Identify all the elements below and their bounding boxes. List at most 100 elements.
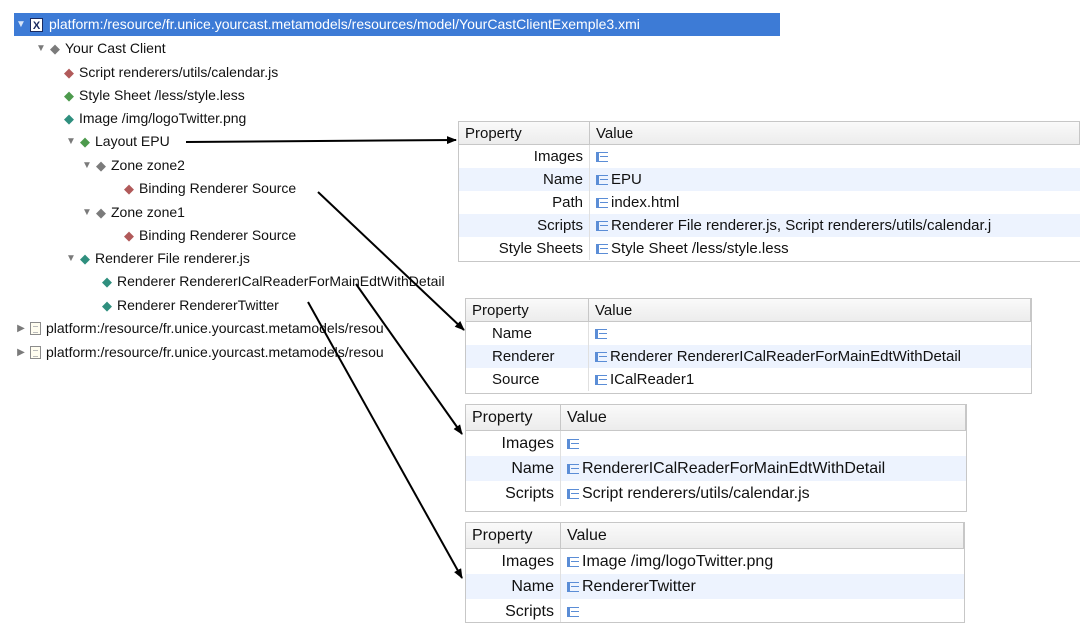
tree-item-binding-b[interactable]: ◆ Binding Renderer Source <box>124 224 296 247</box>
expanded-triangle-icon[interactable]: ▼ <box>34 37 48 60</box>
property-value[interactable]: index.html <box>589 191 1080 214</box>
tree-item-renderer-ical[interactable]: ◆ Renderer RendererICalReaderForMainEdtW… <box>102 270 445 293</box>
property-key: Name <box>459 168 590 191</box>
property-value[interactable] <box>560 430 966 456</box>
tree-item-label: platform:/resource/fr.unice.yourcast.met… <box>46 320 384 336</box>
tree-item-stylesheet[interactable]: ◆ Style Sheet /less/style.less <box>64 84 245 107</box>
property-value[interactable]: Style Sheet /less/style.less <box>589 237 1080 260</box>
property-value-text: ICalReader1 <box>610 371 695 388</box>
model-element-icon: ◆ <box>124 181 134 196</box>
collapsed-triangle-icon[interactable]: ▶ <box>14 341 28 364</box>
list-value-icon <box>596 175 608 185</box>
properties-panel-layout: Property Value Images Name EPU Path inde… <box>458 121 1080 262</box>
model-element-icon: ◆ <box>102 298 112 313</box>
property-column-header[interactable]: Property <box>466 299 589 322</box>
expanded-triangle-icon[interactable]: ▼ <box>80 201 94 224</box>
tree-item-label: Zone zone2 <box>111 157 185 173</box>
list-value-icon <box>567 606 579 617</box>
xmi-file-icon: X <box>30 17 43 32</box>
model-element-icon: ◆ <box>64 65 74 80</box>
model-element-icon: ◆ <box>64 88 74 103</box>
tree-item-label: platform:/resource/fr.unice.yourcast.met… <box>46 344 384 360</box>
tree-item-label: Binding Renderer Source <box>139 227 297 243</box>
property-value[interactable] <box>560 599 964 622</box>
value-column-header[interactable]: Value <box>560 405 966 431</box>
model-element-icon: ◆ <box>50 41 60 56</box>
property-value[interactable]: RendererICalReaderForMainEdtWithDetail <box>560 456 966 481</box>
property-value[interactable] <box>588 321 1031 345</box>
model-element-icon: ◆ <box>80 251 90 266</box>
property-row[interactable]: Scripts <box>466 599 964 622</box>
tree-item-image[interactable]: ◆ Image /img/logoTwitter.png <box>64 107 246 130</box>
list-value-icon <box>567 556 579 567</box>
property-column-header[interactable]: Property <box>459 122 590 145</box>
property-value-text: Style Sheet /less/style.less <box>611 240 789 257</box>
tree-item-zone1[interactable]: ▼ ◆ Zone zone1 <box>80 201 185 224</box>
property-value[interactable]: Renderer RendererICalReaderForMainEdtWit… <box>588 345 1031 368</box>
property-row[interactable]: Path index.html <box>459 191 1080 214</box>
tree-item-renderer-file[interactable]: ▼ ◆ Renderer File renderer.js <box>64 247 250 270</box>
property-row[interactable]: Scripts Script renderers/utils/calendar.… <box>466 481 966 506</box>
expanded-triangle-icon[interactable]: ▼ <box>64 247 78 270</box>
collapsed-triangle-icon[interactable]: ▶ <box>14 317 28 340</box>
file-icon <box>30 322 41 335</box>
tree-item-resource-2[interactable]: ▶ platform:/resource/fr.unice.yourcast.m… <box>14 317 384 340</box>
property-value-text: index.html <box>611 194 680 211</box>
value-column-header[interactable]: Value <box>589 122 1080 145</box>
tree-item-zone2[interactable]: ▼ ◆ Zone zone2 <box>80 154 185 177</box>
expanded-triangle-icon[interactable]: ▼ <box>64 130 78 153</box>
model-element-icon: ◆ <box>96 205 106 220</box>
tree-item-label: Renderer File renderer.js <box>95 250 250 266</box>
property-row[interactable]: Name EPU <box>459 168 1080 191</box>
property-value-text: Renderer RendererICalReaderForMainEdtWit… <box>610 348 961 365</box>
value-column-header[interactable]: Value <box>560 523 964 549</box>
tree-item-script[interactable]: ◆ Script renderers/utils/calendar.js <box>64 61 278 84</box>
model-element-icon: ◆ <box>64 111 74 126</box>
property-key: Name <box>466 574 561 599</box>
property-value[interactable]: Script renderers/utils/calendar.js <box>560 481 966 506</box>
value-column-header[interactable]: Value <box>588 299 1031 322</box>
property-row[interactable]: Images <box>459 144 1080 168</box>
list-value-icon <box>596 198 608 208</box>
property-row[interactable]: Images Image /img/logoTwitter.png <box>466 548 964 574</box>
tree-item-label: Renderer RendererTwitter <box>117 297 279 313</box>
tree-item-resource-3[interactable]: ▶ platform:/resource/fr.unice.yourcast.m… <box>14 341 384 364</box>
tree-item-binding-a[interactable]: ◆ Binding Renderer Source <box>124 177 296 200</box>
tree-item-label: Renderer RendererICalReaderForMainEdtWit… <box>117 273 445 289</box>
properties-table: Property Value Images Name EPU Path inde… <box>459 122 1080 260</box>
property-value[interactable]: EPU <box>589 168 1080 191</box>
property-column-header[interactable]: Property <box>466 405 561 431</box>
expanded-triangle-icon[interactable]: ▼ <box>14 13 28 36</box>
property-row[interactable]: Source ICalReader1 <box>466 368 1031 391</box>
property-key: Style Sheets <box>498 240 583 257</box>
property-key: Scripts <box>459 214 590 237</box>
tree-item-layout-epu[interactable]: ▼ ◆ Layout EPU <box>64 130 170 153</box>
property-row[interactable]: Scripts Renderer File renderer.js, Scrip… <box>459 214 1080 237</box>
list-value-icon <box>567 581 579 592</box>
list-value-icon <box>567 463 579 474</box>
property-row[interactable]: Name RendererTwitter <box>466 574 964 599</box>
expanded-triangle-icon[interactable]: ▼ <box>80 154 94 177</box>
tree-item-resource-root[interactable]: ▼ X platform:/resource/fr.unice.yourcast… <box>14 13 780 36</box>
property-row[interactable]: Style Sheets Style Sheet /less/style.les… <box>459 237 1080 260</box>
property-value[interactable]: RendererTwitter <box>560 574 964 599</box>
property-key: Renderer <box>466 345 589 368</box>
property-value-text: Image /img/logoTwitter.png <box>582 552 774 570</box>
property-value-text: RendererTwitter <box>582 577 696 595</box>
property-row[interactable]: Name <box>466 321 1031 345</box>
model-element-icon: ◆ <box>102 274 112 289</box>
tree-item-label: Binding Renderer Source <box>139 180 297 196</box>
property-key: Images <box>501 434 554 452</box>
tree-item-your-cast-client[interactable]: ▼ ◆ Your Cast Client <box>34 37 166 60</box>
property-row[interactable]: Name RendererICalReaderForMainEdtWithDet… <box>466 456 966 481</box>
property-value[interactable]: ICalReader1 <box>588 368 1031 391</box>
property-value[interactable]: Image /img/logoTwitter.png <box>560 548 964 574</box>
property-column-header[interactable]: Property <box>466 523 561 549</box>
property-value[interactable]: Renderer File renderer.js, Script render… <box>589 214 1080 237</box>
property-key: Path <box>552 194 583 211</box>
property-row[interactable]: Images <box>466 430 966 456</box>
tree-item-renderer-twitter[interactable]: ◆ Renderer RendererTwitter <box>102 294 279 317</box>
property-value[interactable] <box>589 144 1080 168</box>
property-key: Scripts <box>505 602 554 620</box>
property-row[interactable]: Renderer Renderer RendererICalReaderForM… <box>466 345 1031 368</box>
